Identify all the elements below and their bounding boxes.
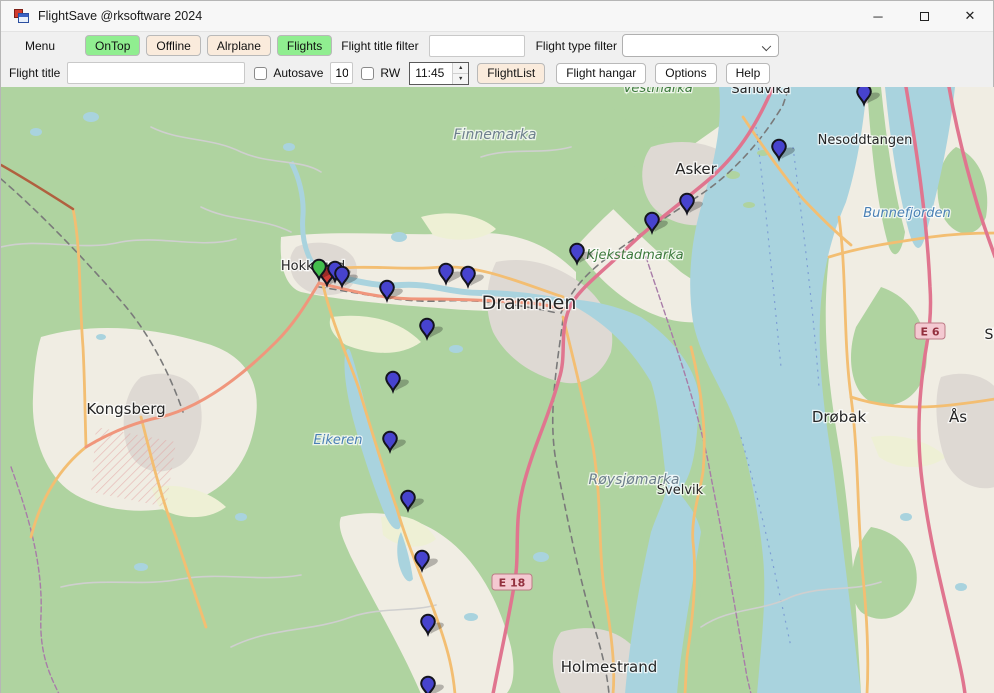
map[interactable]: HokksundDrammenKongsbergAskerSandvikaNes… <box>1 87 994 693</box>
close-button[interactable]: ✕ <box>947 1 993 31</box>
close-icon: ✕ <box>965 8 976 24</box>
road-shield: E 6 <box>915 323 945 339</box>
maximize-button[interactable] <box>901 1 947 31</box>
flight-hangar-button[interactable]: Flight hangar <box>556 63 646 84</box>
autosave-checkbox[interactable] <box>254 67 267 80</box>
app-icon <box>14 8 30 24</box>
flight-title-label: Flight title <box>9 66 60 80</box>
flightsave-window: { "window": { "title": "FlightSave @rkso… <box>0 0 994 693</box>
rw-checkbox[interactable] <box>361 67 374 80</box>
menu-item-menu[interactable]: Menu <box>19 36 61 56</box>
map-label: Holmestrand <box>561 658 658 676</box>
ontop-button[interactable]: OnTop <box>85 35 140 56</box>
minimize-icon: ─ <box>873 9 882 24</box>
title-bar: FlightSave @rksoftware 2024 ─ ✕ <box>1 1 993 31</box>
rw-label: RW <box>380 66 400 80</box>
map-label: Ski <box>985 327 994 343</box>
flight-type-filter-select[interactable] <box>622 34 779 57</box>
svg-text:E 6: E 6 <box>921 326 940 339</box>
menu-strip: Menu OnTop Offline Alrplane Flights Flig… <box>1 31 993 59</box>
time-spinner[interactable]: 11:45 ▲ ▼ <box>409 62 469 85</box>
airplane-button[interactable]: Alrplane <box>207 35 271 56</box>
toolbar: Flight title Autosave RW 11:45 ▲ ▼ Fligh… <box>1 59 993 87</box>
maximize-icon <box>920 12 929 21</box>
minimize-button[interactable]: ─ <box>855 1 901 31</box>
spin-down-button[interactable]: ▼ <box>453 73 468 84</box>
map-label: Kjekstadmarka <box>586 248 683 263</box>
map-label: Eikeren <box>314 433 363 448</box>
autosave-label: Autosave <box>273 66 323 80</box>
options-button[interactable]: Options <box>655 63 716 84</box>
spin-up-button[interactable]: ▲ <box>453 63 468 73</box>
map-label: Bunnefjorden <box>863 206 951 221</box>
flight-title-filter-input[interactable] <box>429 35 525 57</box>
map-label: Vestmarka <box>623 87 693 96</box>
flight-title-filter-label: Flight title filter <box>341 39 418 53</box>
map-label: Finnemarka <box>454 127 537 143</box>
map-label: Sandvika <box>731 87 790 97</box>
autosave-interval-input[interactable] <box>330 62 353 84</box>
flights-button[interactable]: Flights <box>277 35 332 56</box>
help-button[interactable]: Help <box>726 63 771 84</box>
map-label: Røysjømarka <box>589 472 680 488</box>
road-shield: E 18 <box>492 574 532 590</box>
time-value: 11:45 <box>410 63 452 84</box>
map-label: Nesoddtangen <box>818 133 913 148</box>
map-label: Drammen <box>482 292 577 314</box>
map-label: Kongsberg <box>86 400 165 418</box>
window-title: FlightSave @rksoftware 2024 <box>38 9 202 23</box>
offline-button[interactable]: Offline <box>146 35 200 56</box>
flight-title-input[interactable] <box>67 62 245 84</box>
flight-type-filter-label: Flight type filter <box>536 39 617 53</box>
chevron-down-icon <box>762 42 771 51</box>
svg-text:E 18: E 18 <box>499 577 526 590</box>
map-canvas: HokksundDrammenKongsbergAskerSandvikaNes… <box>1 87 994 693</box>
map-label: Drøbak <box>812 408 867 426</box>
map-label: Ås <box>949 407 967 426</box>
map-label: Asker <box>675 160 717 178</box>
flightlist-button[interactable]: FlightList <box>477 63 545 84</box>
